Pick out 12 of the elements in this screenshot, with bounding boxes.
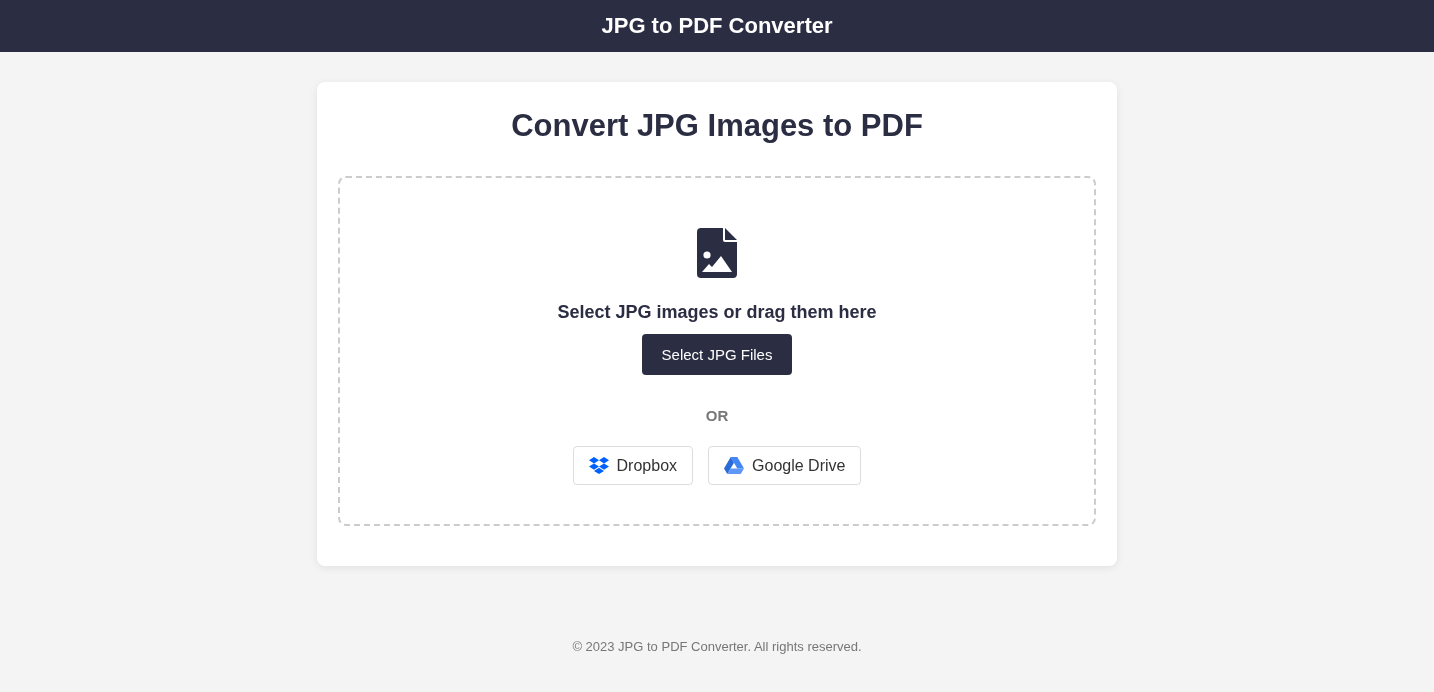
image-file-icon [697,228,737,278]
cloud-source-button[interactable]: Dropbox [572,446,694,485]
drop-zone[interactable]: Select JPG images or drag them here Select JPG Files OR Dropbox Google Drive [338,176,1096,526]
card-heading: Convert JPG Images to PDF [510,107,924,145]
dropbox-icon [588,457,609,474]
select-files-button[interactable]: Select JPG Files [641,334,793,375]
drop-prompt: Select JPG images or drag them here [557,301,877,324]
cloud-source-button[interactable]: Google Drive [708,446,862,485]
site-title: JPG to PDF Converter [601,13,833,39]
drive-icon [724,457,745,474]
or-separator: OR [705,406,729,426]
copyright-text: © 2023 JPG to PDF Converter. All rights reserved. [572,638,862,656]
